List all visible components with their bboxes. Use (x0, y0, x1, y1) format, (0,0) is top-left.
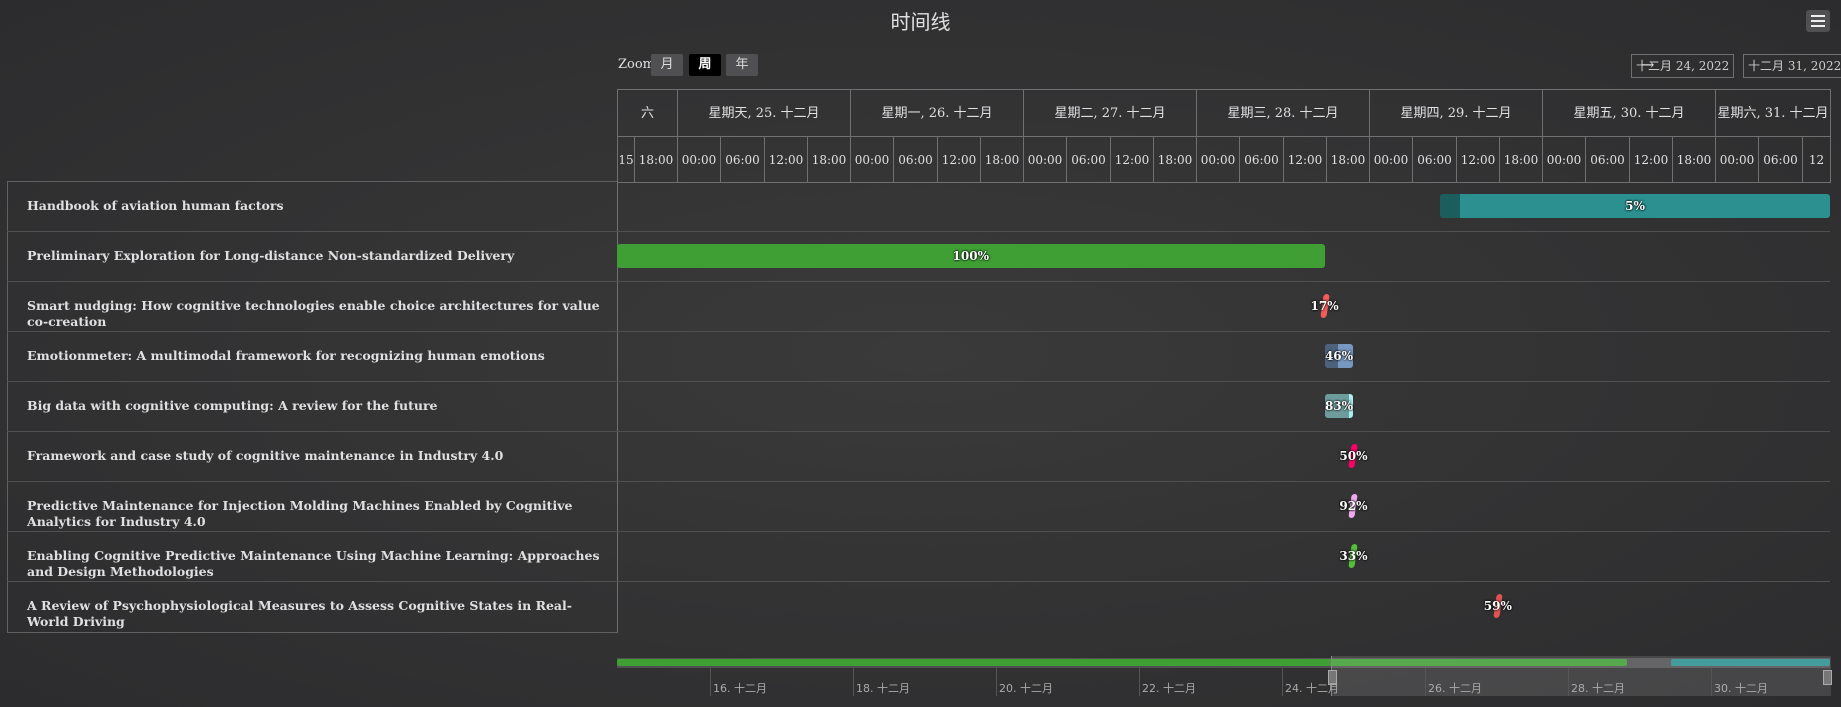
hour-header-cell: 12:00 (1457, 137, 1500, 183)
hour-header-cell: 06:00 (1586, 137, 1630, 183)
hour-header-cell: 12:00 (1111, 137, 1154, 183)
day-header-cell: 星期天, 25. 十二月 (678, 90, 851, 137)
hour-header-cell: 18:00 (981, 137, 1024, 183)
navigator-gridline (1139, 668, 1140, 696)
day-header-cell: 星期四, 29. 十二月 (1370, 90, 1543, 137)
navigator[interactable]: 16. 十二月 18. 十二月 20. 十二月 22. 十二月 24. 十二月 26. 十… (617, 656, 1832, 698)
hour-header-cell: 06:00 (1759, 137, 1803, 183)
navigator-handle-right[interactable] (1823, 670, 1832, 685)
hour-header-cell: 12:00 (1630, 137, 1673, 183)
task-progress-label: 83% (1324, 399, 1354, 413)
row-divider (7, 331, 1830, 332)
task-progress-label: 92% (1339, 499, 1368, 513)
row-divider (7, 531, 1830, 532)
task-label: Enabling Cognitive Predictive Maintenanc… (27, 548, 600, 579)
zoom-week-button[interactable]: 周 (689, 54, 721, 76)
day-header-cell: 六 (618, 90, 678, 137)
navigator-tick-label: 28. 十二月 (1571, 682, 1625, 695)
menu-icon[interactable] (1806, 10, 1830, 32)
navigator-tick-label: 16. 十二月 (713, 682, 767, 695)
task-label: Emotionmeter: A multimodal framework for… (27, 348, 545, 363)
navigator-gridline (1711, 668, 1712, 696)
task-progress-label: 5% (1625, 199, 1645, 213)
navigator-tick-label: 26. 十二月 (1428, 682, 1482, 695)
task-label: Framework and case study of cognitive ma… (27, 448, 504, 463)
hour-header-cell: 12:00 (938, 137, 981, 183)
hour-header-cell: 00:00 (1197, 137, 1240, 183)
hour-header-cell: 06:00 (894, 137, 938, 183)
task-label: Smart nudging: How cognitive technologie… (27, 298, 600, 329)
navigator-tick-label: 24. 十二月 (1285, 682, 1339, 695)
hour-header-cell: 18:00 (808, 137, 851, 183)
day-header-cell: 星期三, 28. 十二月 (1197, 90, 1370, 137)
navigator-tick-label: 22. 十二月 (1142, 682, 1196, 695)
row-divider (7, 581, 1830, 582)
range-arrow: → (1641, 55, 1655, 74)
row-divider (7, 431, 1830, 432)
navigator-gridline (996, 668, 997, 696)
task-progress-fill (1440, 194, 1460, 218)
hour-header-cell: 00:00 (1370, 137, 1413, 183)
time-header: 六星期天, 25. 十二月 星期一, 26. 十二月 星期二, 27. 十二月 星期三… (617, 89, 1831, 183)
hour-header-cell: 18:00 (1327, 137, 1370, 183)
task-progress-label: 46% (1324, 349, 1354, 363)
task-label: Handbook of aviation human factors (27, 198, 284, 213)
day-header-cell: 星期二, 27. 十二月 (1024, 90, 1197, 137)
hour-header-cell: 00:00 (1543, 137, 1586, 183)
hour-header-cell: 12 (1803, 137, 1831, 183)
task-label: Big data with cognitive computing: A rev… (27, 398, 438, 413)
hour-header-cell: 06:00 (1240, 137, 1284, 183)
task-progress-label: 17% (1310, 299, 1339, 313)
row-divider (7, 481, 1830, 482)
hour-header-cell: 06:00 (1067, 137, 1111, 183)
navigator-gridline (1282, 668, 1283, 696)
zoom-label: Zoom (618, 57, 656, 72)
navigator-gridline (853, 668, 854, 696)
chart-title: 时间线 (890, 10, 951, 34)
task-progress-label: 50% (1339, 449, 1368, 463)
task-progress-label: 100% (952, 249, 990, 263)
hour-header-cell: 18:00 (1673, 137, 1716, 183)
range-to-input[interactable]: 十二月 31, 2022 (1743, 54, 1841, 78)
task-progress-label: 59% (1483, 599, 1512, 613)
navigator-tick-label: 18. 十二月 (856, 682, 910, 695)
row-divider (7, 281, 1830, 282)
hour-header-cell: 18:00 (635, 137, 678, 183)
hour-header-cell: 18:00 (1154, 137, 1197, 183)
hour-header-cell: 00:00 (1024, 137, 1067, 183)
day-header-cell: 星期六, 31. 十二月 (1716, 90, 1831, 137)
navigator-tick-label: 20. 十二月 (999, 682, 1053, 695)
hour-header-cell: 06:00 (1413, 137, 1457, 183)
row-divider (7, 381, 1830, 382)
task-label: A Review of Psychophysiological Measures… (27, 598, 572, 629)
hour-header-cell: 18:00 (1500, 137, 1543, 183)
row-divider (7, 231, 1830, 232)
navigator-gridline (1425, 668, 1426, 696)
navigator-gridline (710, 668, 711, 696)
hour-header-cell: 12:00 (765, 137, 808, 183)
day-header-cell: 星期五, 30. 十二月 (1543, 90, 1716, 137)
day-header-cell: 星期一, 26. 十二月 (851, 90, 1024, 137)
zoom-year-button[interactable]: 年 (726, 54, 758, 76)
hour-header-cell: 06:00 (721, 137, 765, 183)
navigator-gridline (1568, 668, 1569, 696)
hour-header-cell: 00:00 (678, 137, 721, 183)
zoom-month-button[interactable]: 月 (651, 54, 683, 76)
hour-header-cell: 00:00 (1716, 137, 1759, 183)
task-progress-label: 33% (1339, 549, 1368, 563)
hour-header-cell: 00:00 (851, 137, 894, 183)
hour-header-cell: 12:00 (1284, 137, 1327, 183)
task-label: Preliminary Exploration for Long-distanc… (27, 248, 515, 263)
hour-header-cell: 15 (618, 137, 635, 183)
task-label: Predictive Maintenance for Injection Mol… (27, 498, 573, 529)
navigator-tick-label: 30. 十二月 (1714, 682, 1768, 695)
